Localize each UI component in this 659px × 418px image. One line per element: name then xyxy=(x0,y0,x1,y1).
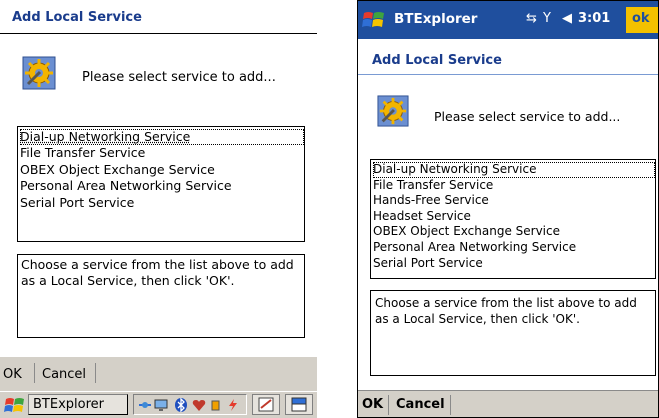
gear-service-icon xyxy=(22,56,56,90)
desktop-button[interactable] xyxy=(285,394,313,415)
volume-icon[interactable]: ◀ xyxy=(562,11,572,26)
windows-start-icon[interactable] xyxy=(4,395,26,415)
menu-separator xyxy=(388,395,389,415)
page-title: Add Local Service xyxy=(0,0,317,34)
list-item[interactable]: Personal Area Networking Service xyxy=(373,240,655,256)
system-tray xyxy=(133,394,247,415)
cancel-button[interactable]: Cancel xyxy=(396,397,445,412)
list-item[interactable]: Dial-up Networking Service xyxy=(373,162,655,178)
menu-bar: OK Cancel xyxy=(358,390,658,417)
list-item[interactable]: Serial Port Service xyxy=(373,256,655,272)
menu-separator xyxy=(95,363,96,383)
keyboard-icon xyxy=(258,397,274,412)
service-listbox[interactable]: Dial-up Networking Service File Transfer… xyxy=(17,126,305,242)
taskbar-app-button[interactable]: BTExplorer xyxy=(28,394,128,415)
app-title: BTExplorer xyxy=(394,11,478,27)
ok-button[interactable]: OK xyxy=(3,367,22,382)
signal-icon[interactable]: Y xyxy=(543,11,551,26)
connectivity-icon[interactable]: ⇆ xyxy=(526,11,537,26)
list-item[interactable]: OBEX Object Exchange Service xyxy=(20,162,304,178)
menu-separator xyxy=(450,395,451,415)
list-item[interactable]: Personal Area Networking Service xyxy=(20,178,304,194)
list-item[interactable]: Headset Service xyxy=(373,209,655,225)
list-item[interactable]: Serial Port Service xyxy=(20,195,304,211)
cancel-button[interactable]: Cancel xyxy=(42,367,86,382)
clock[interactable]: 3:01 xyxy=(578,11,610,26)
heart-icon[interactable] xyxy=(192,398,206,412)
list-item[interactable]: Hands-Free Service xyxy=(373,193,655,209)
description-text: Choose a service from the list above to … xyxy=(370,290,656,376)
power-icon[interactable] xyxy=(210,398,224,412)
bluetooth-icon[interactable] xyxy=(174,398,188,412)
gear-service-icon xyxy=(377,95,409,127)
description-text: Choose a service from the list above to … xyxy=(17,254,305,338)
windows-icon xyxy=(291,397,307,412)
windows-start-icon[interactable] xyxy=(362,9,386,31)
flash-icon[interactable] xyxy=(226,398,240,412)
list-item[interactable]: File Transfer Service xyxy=(20,145,304,161)
monitor-icon[interactable] xyxy=(154,398,168,412)
select-prompt: Please select service to add... xyxy=(434,109,621,124)
page-title: Add Local Service xyxy=(358,39,658,75)
right-device-screen: BTExplorer ⇆ Y ◀ 3:01 ok Add Local Servi… xyxy=(357,0,659,418)
left-device-screen: Add Local Service Please select service … xyxy=(0,0,317,418)
menu-bar: OK Cancel xyxy=(0,356,317,391)
menu-separator xyxy=(34,363,35,383)
service-listbox[interactable]: Dial-up Networking Service File Transfer… xyxy=(370,159,656,279)
list-item[interactable]: Dial-up Networking Service xyxy=(20,129,304,146)
taskbar: BTExplorer xyxy=(0,391,317,418)
title-bar: BTExplorer ⇆ Y ◀ 3:01 ok xyxy=(358,1,658,39)
select-prompt: Please select service to add... xyxy=(82,70,276,85)
input-panel-button[interactable] xyxy=(252,394,280,415)
ok-button[interactable]: OK xyxy=(362,397,383,412)
ok-title-button[interactable]: ok xyxy=(626,7,658,33)
list-item[interactable]: OBEX Object Exchange Service xyxy=(373,224,655,240)
list-item[interactable]: File Transfer Service xyxy=(373,178,655,194)
network-icon[interactable] xyxy=(138,398,152,412)
